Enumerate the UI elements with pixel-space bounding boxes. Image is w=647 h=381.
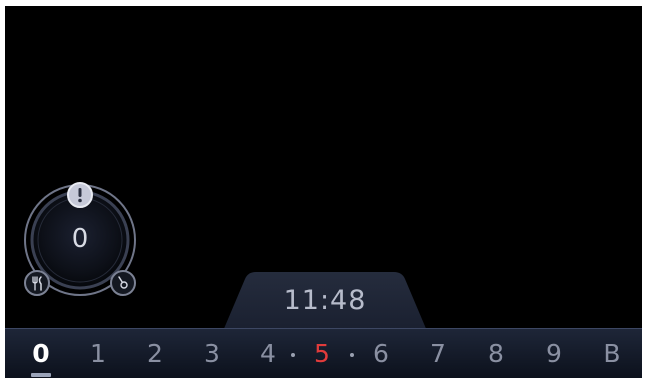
power-level-1[interactable]: 1 bbox=[85, 339, 111, 369]
power-level-bar[interactable]: 0 1 2 3 4 5 6 7 8 9 B bbox=[5, 328, 642, 378]
power-level-9[interactable]: 9 bbox=[541, 339, 567, 369]
exclamation-icon[interactable] bbox=[67, 182, 93, 208]
clock-display: 11:48 bbox=[283, 285, 367, 316]
power-level-0[interactable]: 0 bbox=[28, 339, 54, 369]
power-level-6[interactable]: 6 bbox=[368, 339, 394, 369]
power-level-boost[interactable]: B bbox=[599, 339, 625, 369]
selected-level-indicator bbox=[31, 373, 51, 377]
power-level-3[interactable]: 3 bbox=[199, 339, 225, 369]
fork-knife-icon[interactable] bbox=[24, 270, 50, 296]
cooking-zone-dial[interactable]: 0 bbox=[21, 180, 139, 298]
power-level-2[interactable]: 2 bbox=[142, 339, 168, 369]
power-level-5[interactable]: 5 bbox=[309, 339, 335, 369]
hob-display: 0 11:48 0 1 2 3 4 5 6 7 8 9 B bbox=[5, 6, 642, 378]
timer-icon[interactable] bbox=[110, 270, 136, 296]
power-level-8[interactable]: 8 bbox=[483, 339, 509, 369]
level-separator-dot bbox=[350, 353, 354, 357]
zone-power-level: 0 bbox=[71, 224, 89, 254]
level-separator-dot bbox=[291, 353, 295, 357]
clock-tab: 11:48 bbox=[223, 271, 427, 331]
power-level-7[interactable]: 7 bbox=[425, 339, 451, 369]
power-level-4[interactable]: 4 bbox=[255, 339, 281, 369]
